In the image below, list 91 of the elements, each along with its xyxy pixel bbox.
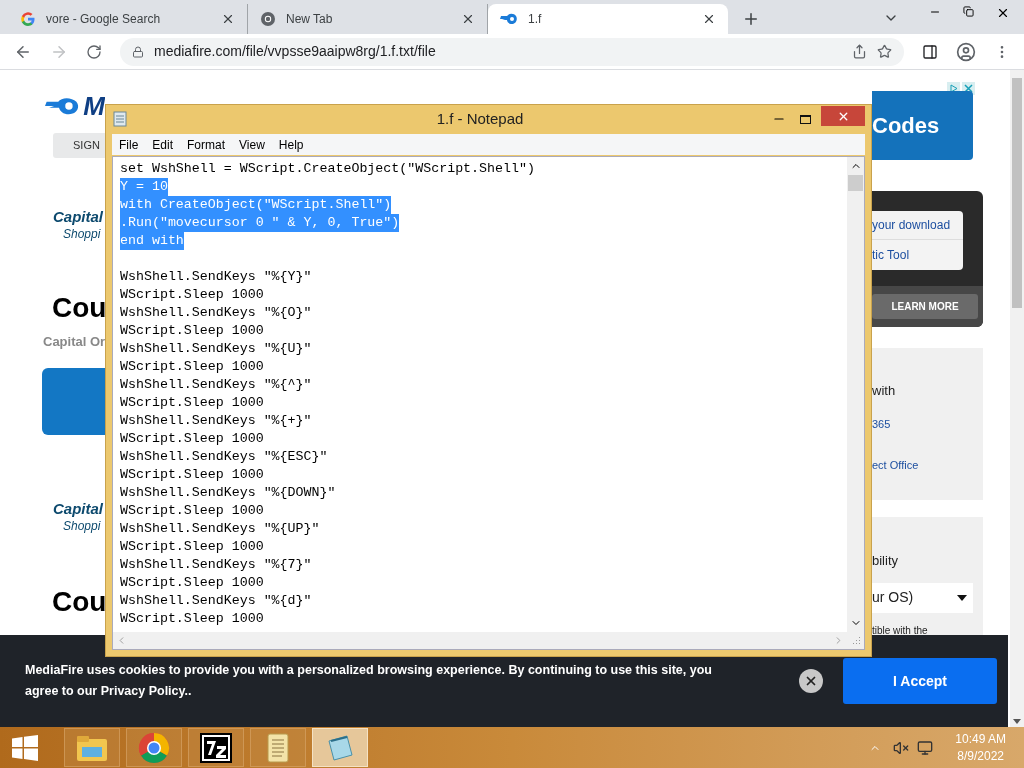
restore-icon[interactable] [963, 6, 974, 17]
page-scrollbar[interactable] [1010, 70, 1024, 727]
text-line: WshShell.SendKeys "%{+}" [120, 412, 312, 430]
maximize-icon[interactable] [800, 114, 811, 124]
card-note: tible with the [872, 624, 929, 636]
card-title: bility [872, 552, 899, 570]
text-line: WScript.Sleep 1000 [120, 502, 264, 520]
cookie-message: MediaFire uses cookies to provide you with a personalized browsing experience. By continuing to use this site, you agree to our Privacy Policy.. [25, 662, 713, 700]
chrome-icon [260, 11, 276, 27]
text-line: WScript.Sleep 1000 [120, 466, 264, 484]
flame-logo-icon [500, 13, 518, 25]
reload-icon[interactable] [86, 43, 102, 60]
size-grip-icon[interactable] [852, 636, 861, 645]
text-line: WScript.Sleep 1000 [120, 430, 264, 448]
text-line: WScript.Sleep 1000 [120, 358, 264, 376]
scroll-thumb[interactable] [848, 175, 863, 191]
text-line: WScript.Sleep 1000 [120, 394, 264, 412]
close-icon[interactable] [221, 12, 235, 26]
brand-logo-subtext: Shoppi [62, 517, 101, 534]
brand-logo-text: Capital [53, 499, 103, 518]
tab-title: vore - Google Search [46, 11, 162, 28]
logo-text: M [83, 92, 105, 119]
chrome-icon [138, 731, 170, 764]
vertical-scrollbar[interactable] [847, 157, 864, 632]
windows-start-icon[interactable] [12, 734, 38, 761]
text-line: WshShell.SendKeys "%{7}" [120, 556, 312, 574]
card-title: with [872, 382, 897, 400]
menu-item[interactable]: View [239, 135, 265, 154]
text-line: WshShell.SendKeys "%{Y}" [120, 268, 312, 286]
panel-link[interactable]: tic Tool [872, 240, 963, 269]
profile-icon[interactable] [956, 41, 976, 62]
scroll-thumb[interactable] [1012, 78, 1022, 308]
ad-text: Codes [872, 112, 940, 140]
close-icon [804, 674, 818, 688]
url-text: mediafire.com/file/vvpsse9aaipw8rg/1.f.txt/file [154, 42, 437, 61]
horizontal-scrollbar[interactable] [113, 632, 864, 649]
text-line: WshShell.SendKeys "%{U}" [120, 340, 312, 358]
sign-in-button[interactable]: SIGN [53, 133, 105, 158]
text-line: WScript.Sleep 1000 [120, 574, 264, 592]
brand-logo-subtext: Shoppi [62, 226, 101, 242]
scroll-icon [265, 731, 291, 764]
lock-icon [132, 45, 144, 58]
browser-tab[interactable]: 1.f [488, 4, 728, 34]
scroll-down-icon[interactable] [1013, 719, 1021, 724]
close-icon[interactable] [996, 6, 1010, 20]
offer-heading: Cou [51, 292, 105, 324]
text-line: WScript.Sleep 1000 [120, 286, 264, 304]
close-icon[interactable] [702, 12, 716, 26]
text-line: WScript.Sleep 1000 [120, 538, 264, 556]
text-line: WshShell.SendKeys "%{UP}" [120, 520, 320, 538]
offer-heading: Cou [51, 585, 105, 618]
menu-item[interactable]: Edit [152, 135, 174, 154]
clock-time: 10:49 AM [955, 730, 1006, 748]
text-line: set WshShell = WScript.CreateObject("WScript.Shell") [120, 160, 535, 178]
new-tab-icon[interactable] [742, 10, 760, 28]
card-link[interactable]: 365 [872, 415, 983, 432]
tab-title: 1.f [528, 11, 543, 28]
text-line: WshShell.SendKeys "%{d}" [120, 592, 312, 610]
taskbar-app[interactable] [188, 728, 244, 767]
clock-date: 8/9/2022 [957, 747, 1004, 765]
notepad-icon [112, 111, 128, 127]
offer-caption: Capital Or [42, 333, 105, 351]
text-line: WScript.Sleep 1000 [120, 322, 264, 340]
share-icon[interactable] [852, 44, 867, 59]
ad-banner[interactable]: Codes [872, 91, 973, 160]
accept-button[interactable]: I Accept [843, 658, 997, 704]
os-select[interactable]: ur OS) [872, 582, 973, 613]
text-line: WshShell.SendKeys "%{^}" [120, 376, 312, 394]
address-bar[interactable]: mediafire.com/file/vvpsse9aaipw8rg/1.f.txt/file [120, 37, 904, 66]
side-panel-icon[interactable] [922, 43, 938, 60]
window-title: 1.f - Notepad [435, 108, 525, 129]
menu-item[interactable]: Help [278, 135, 304, 154]
brand-logo-text: Capital [53, 208, 103, 226]
network-icon[interactable] [917, 739, 934, 756]
menu-item[interactable]: File [119, 135, 139, 154]
text-line: WshShell.SendKeys "%{DOWN}" [120, 484, 336, 502]
text-line: WshShell.SendKeys "%{O}" [120, 304, 312, 322]
notepad-icon [325, 732, 355, 763]
tab-title: New Tab [286, 11, 334, 28]
card-link[interactable]: ect Office [872, 457, 983, 474]
text-line: WScript.Sleep 1000 [120, 610, 264, 628]
archive-app-icon [200, 732, 232, 763]
bookmark-star-icon[interactable] [877, 44, 892, 59]
dropdown-caret-icon [957, 594, 967, 601]
close-button[interactable] [799, 669, 823, 693]
learn-more-button[interactable]: LEARN MORE [872, 294, 978, 319]
menu-item[interactable]: Format [187, 135, 226, 154]
speaker-muted-icon[interactable] [893, 739, 910, 756]
close-icon[interactable] [461, 12, 475, 26]
text-line: WshShell.SendKeys "%{ESC}" [120, 448, 328, 466]
google-icon [20, 11, 36, 27]
